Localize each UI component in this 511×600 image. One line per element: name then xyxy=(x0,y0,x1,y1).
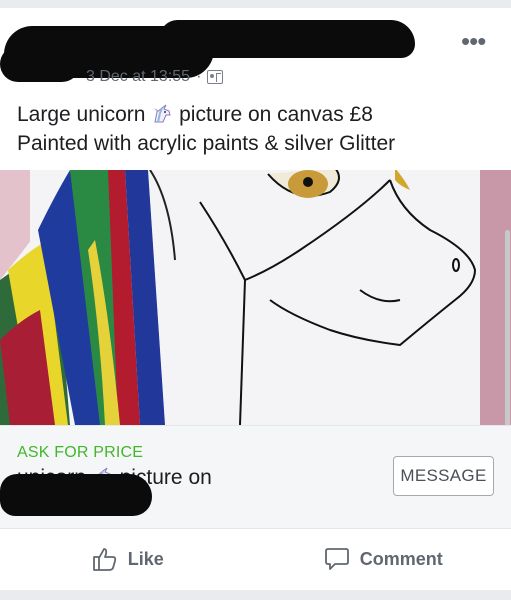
redacted-name-tail xyxy=(160,20,415,58)
more-options-icon[interactable]: ••• xyxy=(461,28,486,54)
unicorn-emoji-icon xyxy=(154,104,171,123)
comment-button[interactable]: Comment xyxy=(256,529,511,589)
unicorn-painting-image xyxy=(0,170,511,425)
comment-icon xyxy=(324,548,349,570)
like-button[interactable]: Like xyxy=(0,529,256,589)
sale-listing[interactable]: ASK FOR PRICE unicorn picture on MESSAGE xyxy=(0,425,511,528)
caption-text-line2: Painted with acrylic paints & silver Gli… xyxy=(17,132,396,155)
comment-label: Comment xyxy=(359,548,443,569)
caption-text-b: picture on canvas £8 xyxy=(179,103,373,126)
scrollbar[interactable] xyxy=(505,230,510,445)
like-label: Like xyxy=(127,548,164,569)
ask-for-price-label: ASK FOR PRICE xyxy=(17,444,144,461)
post-meta: 3 Dec at 13:55 · xyxy=(86,68,224,86)
bottom-divider xyxy=(0,590,511,600)
post-image[interactable] xyxy=(0,170,511,425)
post-caption: Large unicorn picture on canvas £8 Paint… xyxy=(17,100,497,158)
message-button[interactable]: MESSAGE xyxy=(393,456,494,496)
audience-icon[interactable] xyxy=(207,70,224,84)
redacted-avatar xyxy=(0,46,80,82)
meta-separator: · xyxy=(196,68,202,85)
thumbs-up-icon xyxy=(92,548,116,571)
caption-text-a: Large unicorn xyxy=(17,103,146,126)
post-actions: Like Comment xyxy=(0,529,511,589)
post-header: 3 Dec at 13:55 · ••• xyxy=(0,8,511,88)
redacted-location xyxy=(0,474,152,516)
top-divider xyxy=(0,0,511,8)
post-timestamp[interactable]: 3 Dec at 13:55 xyxy=(86,68,190,86)
